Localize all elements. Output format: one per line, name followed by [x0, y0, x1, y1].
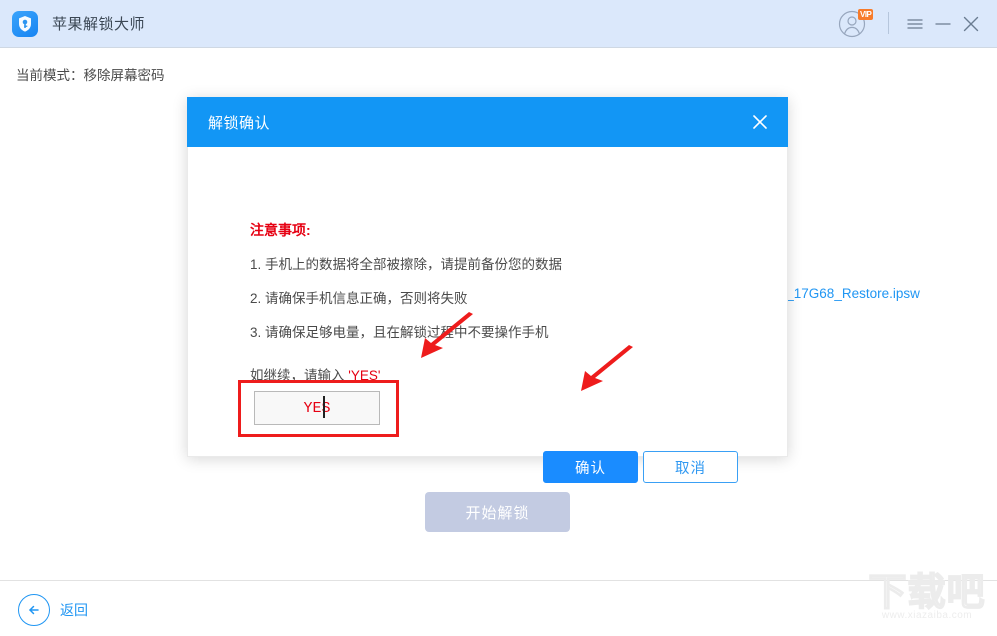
current-mode-label: 当前模式：移除屏幕密码 [16, 68, 165, 83]
back-button[interactable]: 返回 [18, 594, 88, 626]
hamburger-menu-icon[interactable] [903, 12, 927, 36]
vip-badge: VIP [858, 9, 874, 20]
dialog-body: 注意事项: 1. 手机上的数据将全部被擦除，请提前备份您的数据 2. 请确保手机… [187, 147, 788, 483]
title-bar: 苹果解锁大师 VIP [0, 0, 997, 48]
text-caret [323, 396, 325, 418]
close-icon[interactable] [959, 12, 983, 36]
minimize-icon[interactable] [931, 12, 955, 36]
unlock-confirm-dialog: 解锁确认 注意事项: 1. 手机上的数据将全部被擦除，请提前备份您的数据 2. … [187, 97, 788, 483]
start-unlock-button[interactable]: 开始解锁 [425, 492, 570, 532]
app-icon [12, 11, 38, 37]
titlebar-divider [888, 12, 889, 34]
notice-title: 注意事项: [250, 222, 311, 238]
notice-item: 2. 请确保手机信息正确，否则将失败 [250, 291, 468, 306]
app-title: 苹果解锁大师 [52, 16, 146, 33]
back-label: 返回 [60, 602, 88, 618]
confirm-button[interactable]: 确认 [543, 451, 638, 483]
cancel-button[interactable]: 取消 [643, 451, 738, 483]
notice-item: 3. 请确保足够电量，且在解锁过程中不要操作手机 [250, 325, 549, 340]
notice-item: 1. 手机上的数据将全部被擦除，请提前备份您的数据 [250, 257, 563, 272]
yes-input[interactable] [254, 391, 380, 425]
dialog-title: 解锁确认 [208, 115, 271, 132]
watermark-text: 下载吧 [868, 571, 986, 615]
dialog-header: 解锁确认 [187, 97, 788, 147]
arrow-left-circle-icon [18, 594, 50, 626]
watermark-url: www.xiazaiba.com [881, 610, 973, 621]
footer-divider [0, 580, 997, 581]
dialog-close-icon[interactable] [748, 110, 772, 134]
